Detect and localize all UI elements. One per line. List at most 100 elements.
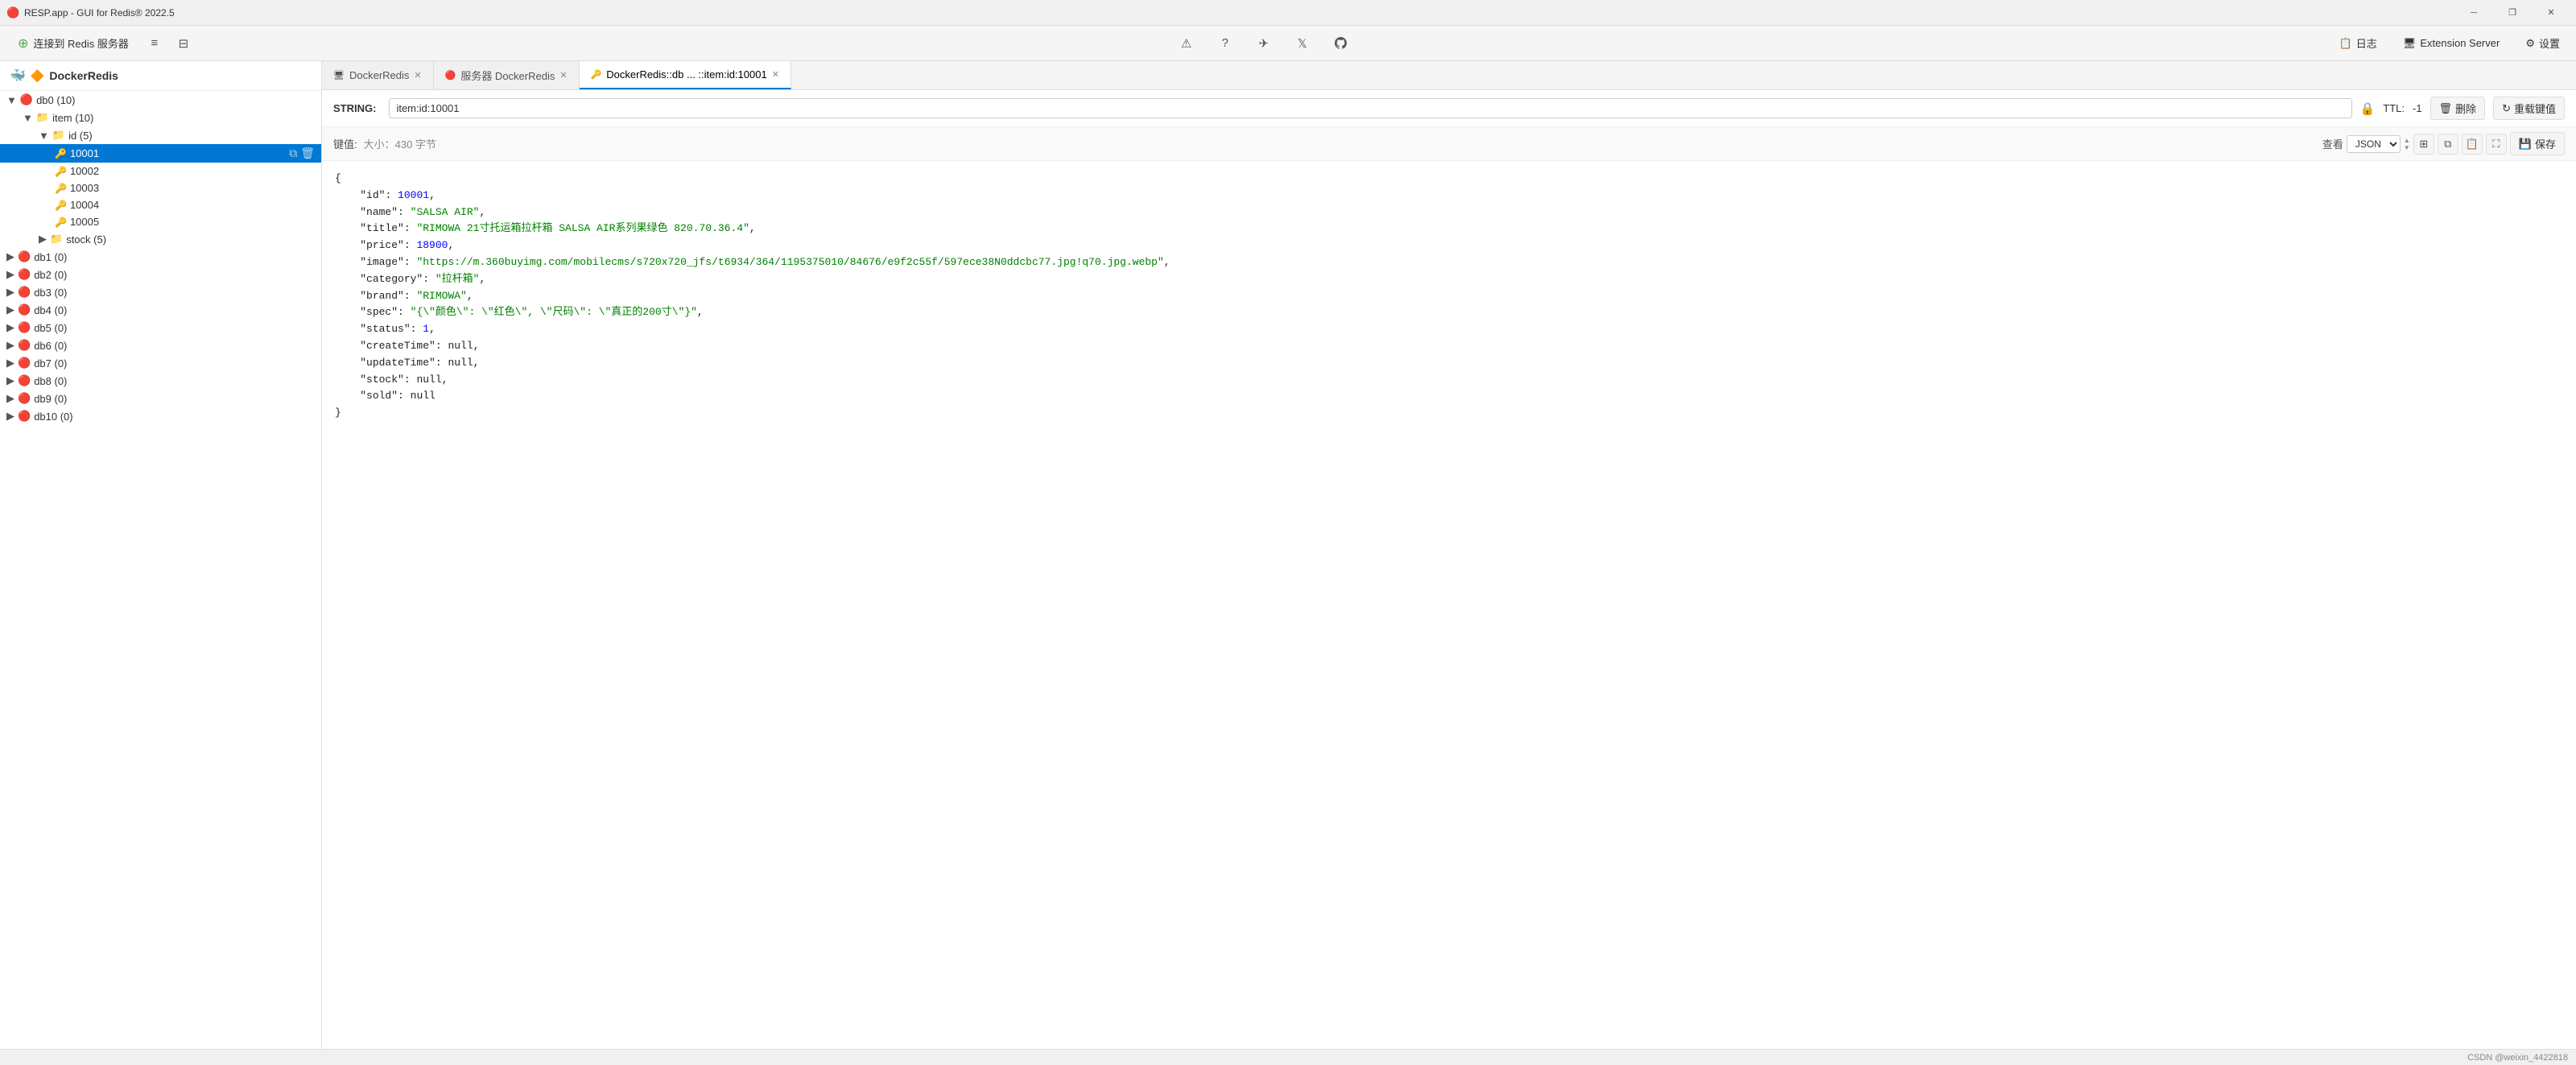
format-select[interactable]: JSON Text — [2347, 135, 2401, 153]
db9-icon: 🔴 — [18, 392, 31, 405]
help-icon-button[interactable]: ? — [1214, 32, 1236, 55]
key-10005-label: 10005 — [70, 216, 99, 228]
ttl-value: -1 — [2413, 102, 2422, 114]
save-label: 保存 — [2535, 136, 2556, 151]
view-controls: 查看 JSON Text ▲ ▼ ⊞ ⧉ 📋 ⛶ 💾 保存 — [2322, 132, 2565, 155]
sidebar-item-db5[interactable]: ▶ 🔴 db5 (0) — [0, 319, 321, 336]
sidebar-item-db1[interactable]: ▶ 🔴 db1 (0) — [0, 248, 321, 266]
tab-key-close[interactable]: ✕ — [772, 69, 779, 80]
delete-button[interactable]: 🗑 删除 — [2430, 97, 2486, 120]
paste-icon[interactable]: 📋 — [2462, 134, 2483, 155]
expand-all-icon[interactable]: ⊞ — [2413, 134, 2434, 155]
key-icon: 🔑 — [55, 217, 67, 228]
trash-icon: 🗑 — [2439, 102, 2453, 115]
delete-icon[interactable]: 🗑 — [300, 147, 315, 160]
window-controls: ─ ❐ ✕ — [2455, 0, 2570, 26]
lock-icon[interactable]: 🔒 — [2360, 101, 2376, 116]
save-button[interactable]: 💾 保存 — [2510, 132, 2565, 155]
tab-dockerredis[interactable]: 🖥 DockerRedis ✕ — [322, 61, 434, 89]
warning-icon-button[interactable]: ⚠ — [1175, 32, 1198, 55]
minimize-button[interactable]: ─ — [2455, 0, 2492, 26]
sidebar-item-db10[interactable]: ▶ 🔴 db10 (0) — [0, 407, 321, 425]
reload-icon: ↻ — [2502, 102, 2511, 115]
twitter-icon-button[interactable]: 𝕏 — [1291, 32, 1314, 55]
item-actions: ⧉ 🗑 — [289, 147, 315, 160]
copy-icon[interactable]: ⧉ — [289, 147, 297, 160]
key-10001-label: 10001 — [70, 147, 99, 159]
db10-label: db10 (0) — [34, 411, 72, 423]
db3-label: db3 (0) — [34, 287, 67, 299]
key-icon: 🔑 — [55, 200, 67, 211]
sidebar-item-db3[interactable]: ▶ 🔴 db3 (0) — [0, 283, 321, 301]
sidebar-item-10003[interactable]: 🔑 10003 — [0, 180, 321, 196]
expand-icon: ▶ — [6, 410, 14, 423]
expand-icon: ▼ — [39, 130, 49, 142]
sidebar-item-db0[interactable]: ▼ 🔴 db0 (10) — [0, 91, 321, 109]
format-arrows[interactable]: ▲ ▼ — [2404, 137, 2410, 151]
tab-server-close[interactable]: ✕ — [559, 70, 567, 80]
statusbar: CSDN @weixin_4422818 — [0, 1049, 2576, 1065]
sidebar-item-id-folder[interactable]: ▼ 📁 id (5) — [0, 126, 321, 144]
github-icon-button[interactable] — [1330, 32, 1352, 55]
key-10002-label: 10002 — [70, 165, 99, 177]
db4-icon: 🔴 — [18, 303, 31, 316]
telegram-icon-button[interactable]: ✈ — [1253, 32, 1275, 55]
expand-icon: ▶ — [6, 268, 14, 281]
sidebar-item-db4[interactable]: ▶ 🔴 db4 (0) — [0, 301, 321, 319]
log-icon: 📋 — [2339, 37, 2352, 50]
sidebar-item-db7[interactable]: ▶ 🔴 db7 (0) — [0, 354, 321, 372]
reload-button[interactable]: ↻ 重载键值 — [2493, 97, 2565, 120]
toolbar: ⊕ 连接到 Redis 服务器 ≡ ⊟ ⚠ ? ✈ 𝕏 📋 日志 🖥 Exten… — [0, 26, 2576, 61]
db9-label: db9 (0) — [34, 393, 67, 405]
expand-icon: ▶ — [6, 374, 14, 387]
tab-server-dockerredis[interactable]: 🔴 服务器 DockerRedis ✕ — [434, 61, 580, 89]
item-folder-label: item (10) — [52, 112, 93, 124]
settings-button[interactable]: ⚙ 设置 — [2519, 32, 2566, 54]
layout-button[interactable]: ⊟ — [172, 32, 195, 55]
restore-button[interactable]: ❐ — [2494, 0, 2531, 26]
sidebar-header: 🐳 🔶 DockerRedis — [0, 61, 321, 91]
sidebar-root-label: DockerRedis — [49, 69, 118, 82]
sidebar-item-item-folder[interactable]: ▼ 📁 item (10) — [0, 109, 321, 126]
delete-label: 删除 — [2455, 101, 2476, 116]
sidebar-item-db9[interactable]: ▶ 🔴 db9 (0) — [0, 390, 321, 407]
close-button[interactable]: ✕ — [2533, 0, 2570, 26]
sidebar-item-10004[interactable]: 🔑 10004 — [0, 196, 321, 213]
key-icon: 🔑 — [55, 148, 67, 159]
key-input[interactable] — [389, 98, 2351, 118]
settings-label: 设置 — [2539, 35, 2560, 51]
sidebar-item-db6[interactable]: ▶ 🔴 db6 (0) — [0, 336, 321, 354]
extension-server-button[interactable]: 🖥 Extension Server — [2396, 34, 2507, 53]
sidebar-item-10001[interactable]: 🔑 10001 ⧉ 🗑 — [0, 144, 321, 163]
id-folder-label: id (5) — [68, 130, 93, 142]
sidebar-item-db8[interactable]: ▶ 🔴 db8 (0) — [0, 372, 321, 390]
db1-label: db1 (0) — [34, 251, 67, 263]
sidebar-item-stock-folder[interactable]: ▶ 📁 stock (5) — [0, 230, 321, 248]
sidebar-item-10005[interactable]: 🔑 10005 — [0, 213, 321, 230]
tab-dockerredis-close[interactable]: ✕ — [414, 70, 421, 80]
type-badge: STRING: — [333, 102, 381, 114]
json-content: { "id": 10001, "name": "SALSA AIR", "tit… — [322, 161, 2576, 1049]
tab-key-editor[interactable]: 🔑 DockerRedis::db ... ::item:id:10001 ✕ — [580, 61, 791, 89]
tab-server-icon: 🔴 — [445, 70, 456, 80]
copy-content-icon[interactable]: ⧉ — [2438, 134, 2458, 155]
log-label: 日志 — [2356, 35, 2377, 51]
list-view-button[interactable]: ≡ — [143, 32, 166, 55]
expand-icon: ▶ — [6, 250, 14, 263]
fullscreen-icon[interactable]: ⛶ — [2486, 134, 2507, 155]
log-button[interactable]: 📋 日志 — [2333, 32, 2384, 54]
db7-icon: 🔴 — [18, 357, 31, 369]
view-text-label: 查看 — [2322, 136, 2343, 151]
sidebar-item-db2[interactable]: ▶ 🔴 db2 (0) — [0, 266, 321, 283]
expand-icon: ▶ — [39, 233, 47, 246]
db0-label: db0 (10) — [36, 94, 75, 106]
db5-label: db5 (0) — [34, 322, 67, 334]
toolbar-center: ⚠ ? ✈ 𝕏 — [208, 32, 2320, 55]
app-title: RESP.app - GUI for Redis® 2022.5 — [24, 7, 2455, 19]
expand-icon: ▶ — [6, 286, 14, 299]
sidebar-item-10002[interactable]: 🔑 10002 — [0, 163, 321, 180]
expand-icon: ▶ — [6, 321, 14, 334]
folder-icon: 📁 — [36, 111, 49, 124]
db2-label: db2 (0) — [34, 269, 67, 281]
connect-button[interactable]: ⊕ 连接到 Redis 服务器 — [10, 32, 137, 55]
